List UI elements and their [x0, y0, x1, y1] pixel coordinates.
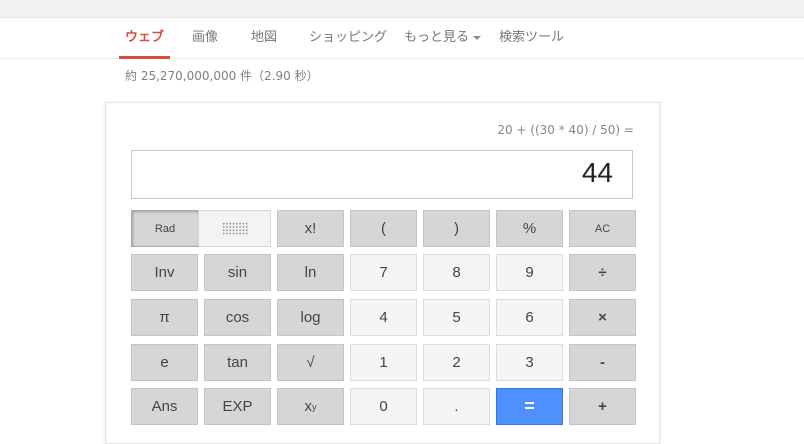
digit-4-button[interactable]: 4: [350, 299, 417, 336]
ln-button[interactable]: ln: [277, 254, 344, 291]
tab-maps[interactable]: 地図: [251, 18, 277, 58]
calc-display: 44: [131, 150, 633, 199]
log-button[interactable]: log: [277, 299, 344, 336]
grid-dots-icon: [221, 221, 248, 236]
calculator: 20 + ((30 * 40) / 50) = 44 Rad x! ( ) % …: [105, 102, 660, 444]
calc-expression: 20 + ((30 * 40) / 50) =: [497, 123, 634, 137]
plus-button[interactable]: +: [569, 388, 636, 425]
exp-button[interactable]: EXP: [204, 388, 271, 425]
right-paren-button[interactable]: ): [423, 210, 490, 247]
digit-3-button[interactable]: 3: [496, 344, 563, 381]
digit-1-button[interactable]: 1: [350, 344, 417, 381]
cos-button[interactable]: cos: [204, 299, 271, 336]
all-clear-button[interactable]: AC: [569, 210, 636, 247]
sin-button[interactable]: sin: [204, 254, 271, 291]
digit-9-button[interactable]: 9: [496, 254, 563, 291]
digit-2-button[interactable]: 2: [423, 344, 490, 381]
chevron-down-icon: [473, 35, 482, 40]
digit-5-button[interactable]: 5: [423, 299, 490, 336]
left-paren-button[interactable]: (: [350, 210, 417, 247]
sqrt-button[interactable]: √: [277, 344, 344, 381]
tab-more[interactable]: もっと見る: [404, 18, 482, 58]
tab-more-label: もっと見る: [404, 30, 470, 45]
tab-web[interactable]: ウェブ: [118, 18, 171, 59]
inverse-button[interactable]: Inv: [131, 254, 198, 291]
tab-shopping[interactable]: ショッピング: [309, 18, 387, 58]
deg-toggle[interactable]: [198, 210, 271, 247]
ans-button[interactable]: Ans: [131, 388, 198, 425]
euler-button[interactable]: e: [131, 344, 198, 381]
search-tabs: ウェブ 画像 地図 ショッピング もっと見る 検索ツール: [0, 18, 804, 59]
top-bar: [0, 0, 804, 18]
digit-0-button[interactable]: 0: [350, 388, 417, 425]
digit-8-button[interactable]: 8: [423, 254, 490, 291]
percent-button[interactable]: %: [496, 210, 563, 247]
tan-button[interactable]: tan: [204, 344, 271, 381]
minus-button[interactable]: -: [569, 344, 636, 381]
factorial-button[interactable]: x!: [277, 210, 344, 247]
calc-result: 44: [581, 157, 613, 188]
decimal-button[interactable]: .: [423, 388, 490, 425]
equals-button[interactable]: =: [496, 388, 563, 425]
digit-6-button[interactable]: 6: [496, 299, 563, 336]
tab-search-tools[interactable]: 検索ツール: [499, 18, 564, 58]
tab-images[interactable]: 画像: [192, 18, 218, 58]
pi-button[interactable]: π: [131, 299, 198, 336]
power-button[interactable]: xy: [277, 388, 344, 425]
digit-7-button[interactable]: 7: [350, 254, 417, 291]
divide-button[interactable]: ÷: [569, 254, 636, 291]
rad-button[interactable]: Rad: [131, 210, 199, 247]
result-stats: 約 25,270,000,000 件（2.90 秒）: [125, 69, 319, 83]
multiply-button[interactable]: ×: [569, 299, 636, 336]
